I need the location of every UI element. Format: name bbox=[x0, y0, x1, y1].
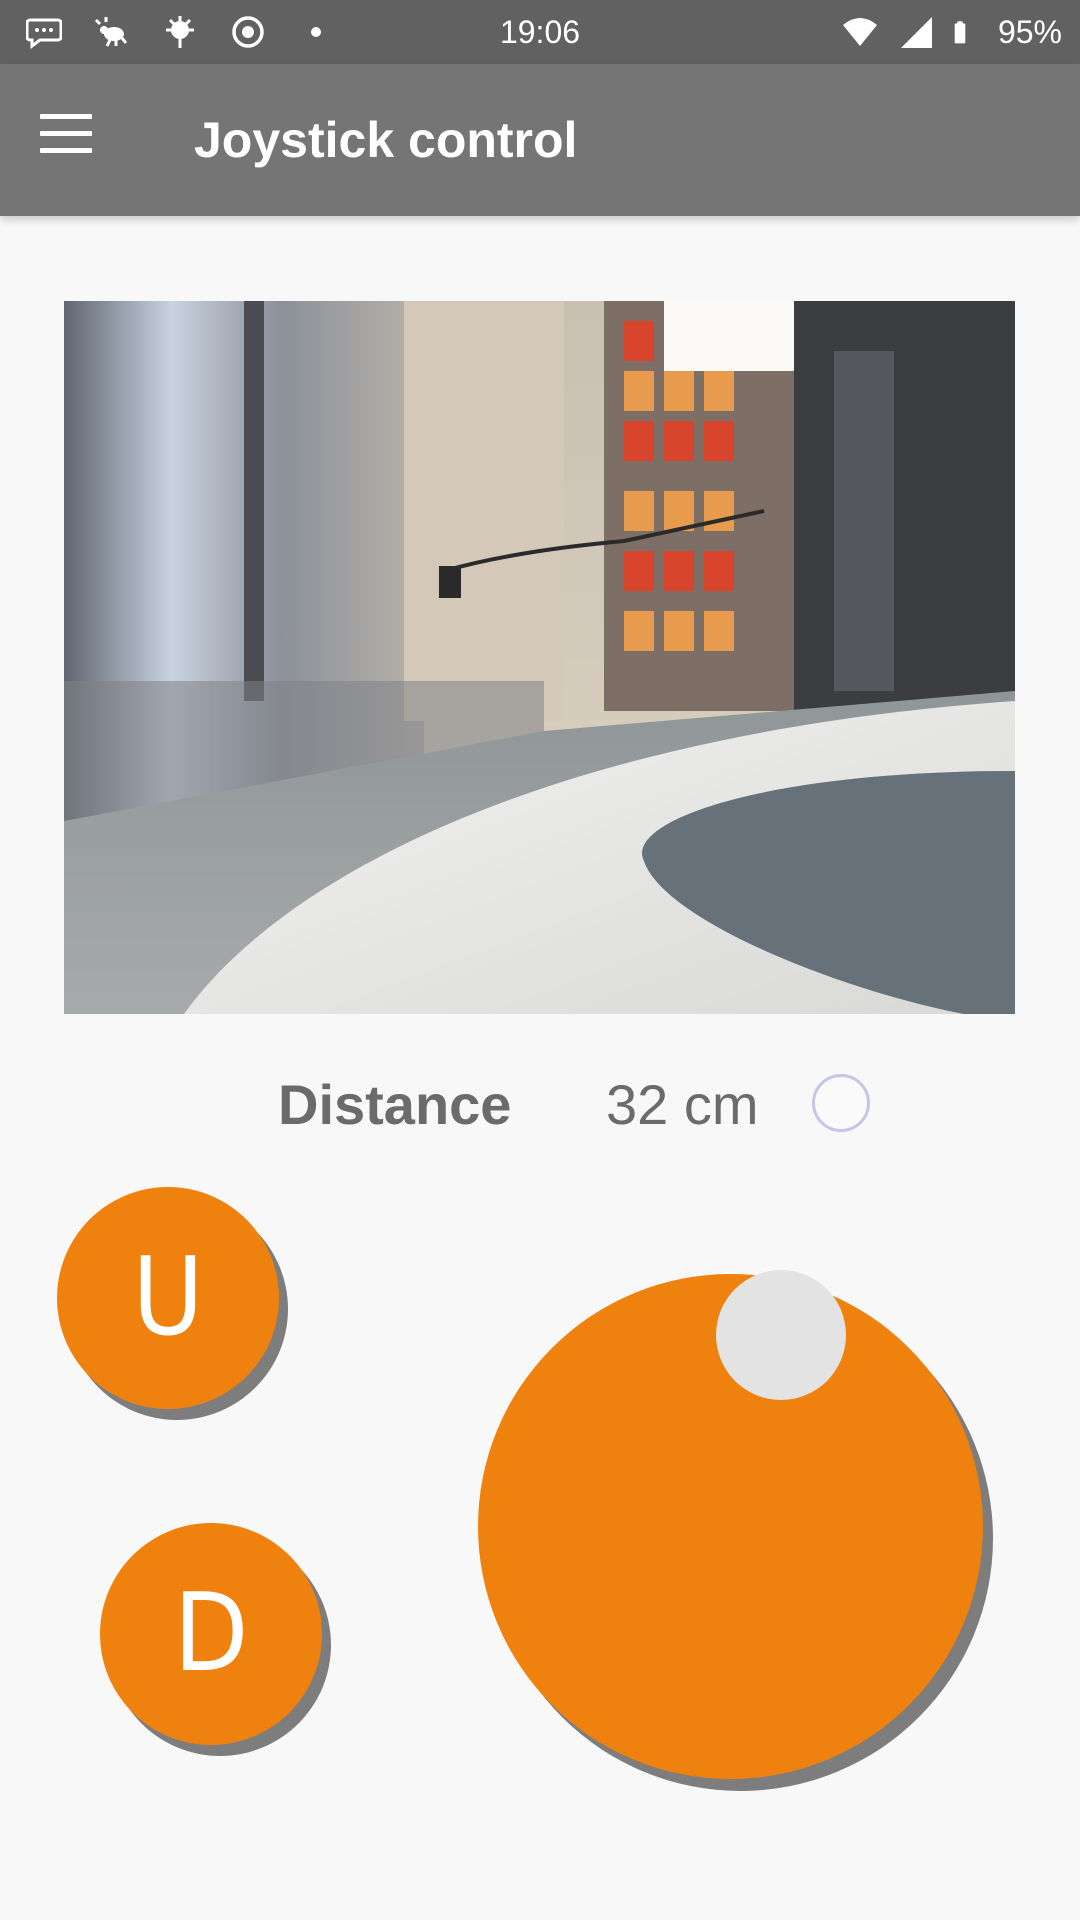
distance-row: Distance 32 cm bbox=[0, 1064, 1080, 1144]
hamburger-menu-icon[interactable] bbox=[40, 114, 110, 164]
down-button-label: D bbox=[173, 1571, 249, 1696]
page-title: Joystick control bbox=[194, 112, 578, 168]
joystick-knob[interactable] bbox=[716, 1270, 846, 1400]
distance-label: Distance bbox=[278, 1073, 512, 1136]
down-button[interactable]: D bbox=[100, 1523, 322, 1745]
camera-feed-image bbox=[64, 301, 1015, 1014]
camera-feed bbox=[64, 301, 1015, 1014]
battery-icon bbox=[954, 21, 966, 44]
status-bar: 19:06 95% bbox=[0, 0, 1080, 64]
up-button[interactable]: U bbox=[57, 1187, 279, 1409]
battery-percent: 95% bbox=[997, 13, 1062, 50]
wifi-icon bbox=[842, 18, 877, 46]
status-bar-right-icons: 95% bbox=[842, 12, 1062, 52]
app-toolbar: Joystick control bbox=[0, 64, 1080, 216]
signal-icon bbox=[900, 17, 932, 48]
distance-indicator-radio[interactable] bbox=[812, 1074, 870, 1132]
up-button-label: U bbox=[132, 1235, 204, 1360]
distance-value: 32 cm bbox=[606, 1073, 759, 1136]
